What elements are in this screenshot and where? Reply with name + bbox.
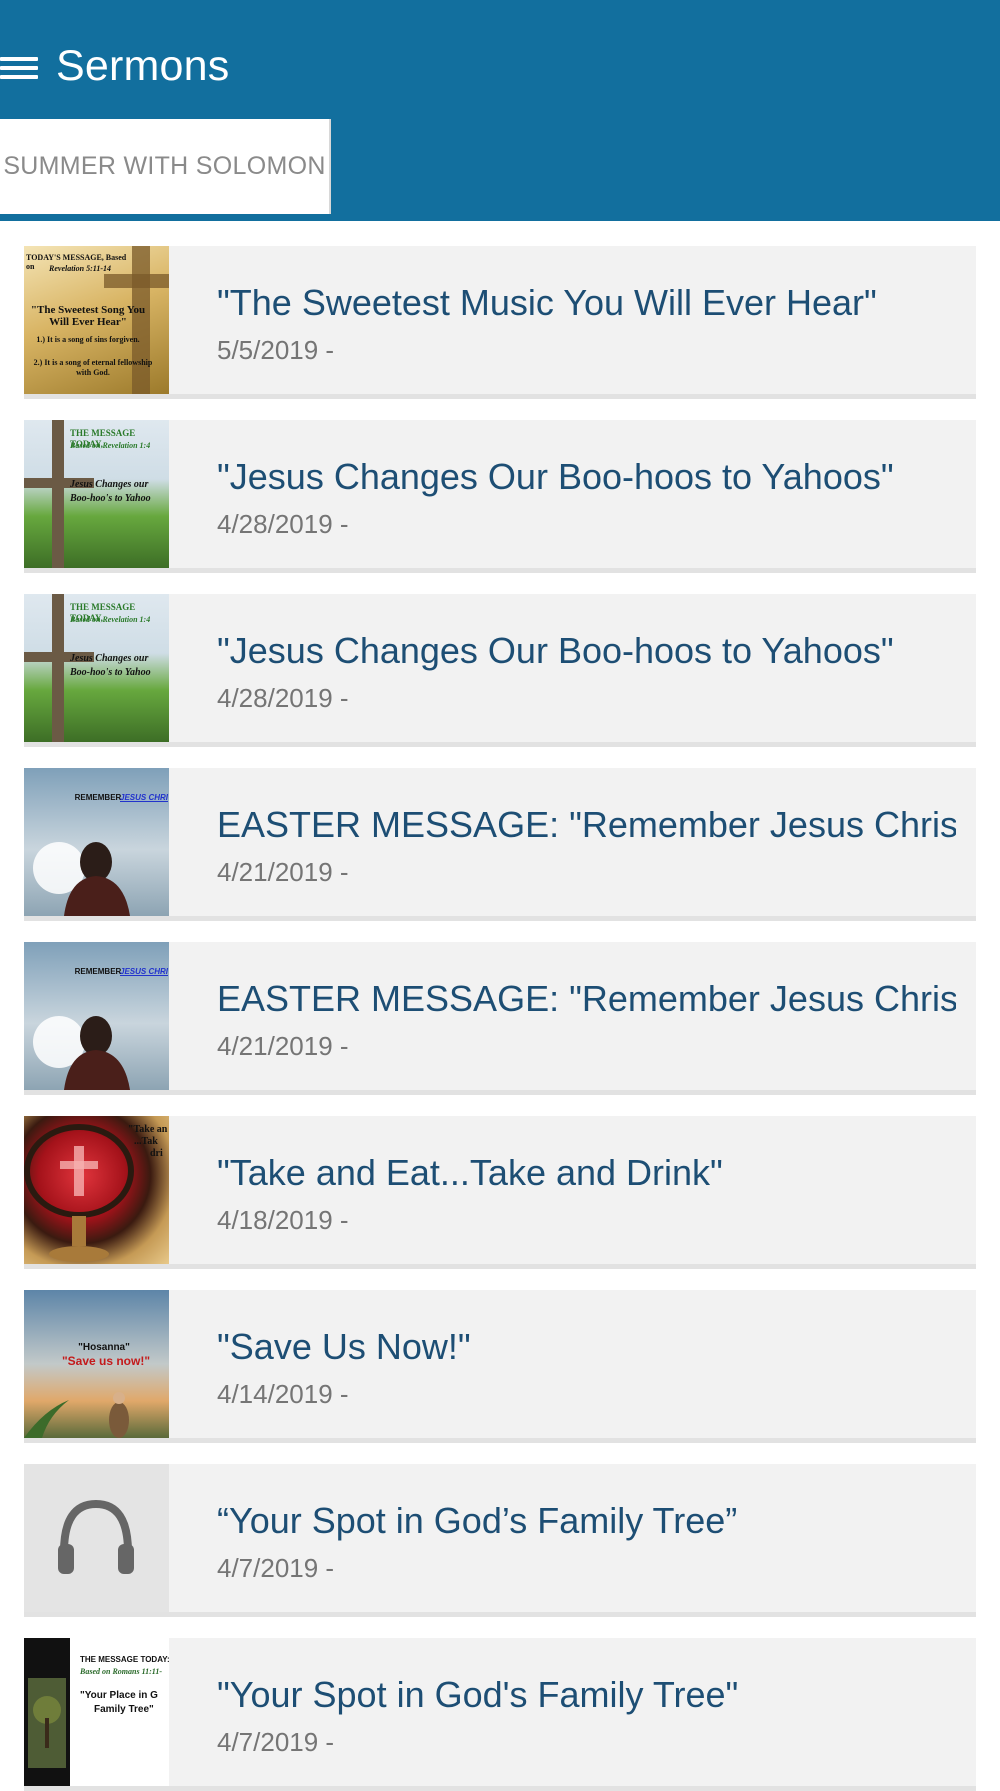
tab-summer-with-solomon[interactable]: SUMMER WITH SOLOMON [0, 119, 331, 214]
sermon-title: "The Sweetest Music You Will Ever Hear" [217, 282, 877, 323]
sermon-thumbnail: TODAY'S MESSAGE, Based on Revelation 5:1… [24, 246, 169, 394]
menu-icon[interactable] [0, 51, 40, 85]
sermon-title: "Save Us Now!" [217, 1326, 471, 1367]
sermon-thumbnail: REMEMBER JESUS CHRI [24, 942, 169, 1090]
sermon-row[interactable]: THE MESSAGE TODAY, Based on Revelation 1… [24, 420, 976, 573]
sermon-title: "Jesus Changes Our Boo-hoos to Yahoos" [217, 456, 894, 497]
sermon-date: 5/5/2019 - [217, 335, 335, 365]
tab-label: SUMMER WITH SOLOMON [3, 152, 326, 180]
sermon-row[interactable]: "Hosanna" "Save us now!" "Save Us Now!" … [24, 1290, 976, 1443]
sermon-row[interactable]: REMEMBER JESUS CHRI EASTER MESSAGE: "Rem… [24, 768, 976, 921]
figure-icon [33, 1016, 130, 1090]
sermon-title: "Jesus Changes Our Boo-hoos to Yahoos" [217, 630, 894, 671]
sermon-thumbnail: THE MESSAGE TODAY, Based on Revelation 1… [24, 594, 169, 742]
app-bar: Sermons SUMMER WITH SOLOMON [0, 0, 1000, 221]
sermon-thumbnail: "Take an ...Tak dri [24, 1116, 169, 1264]
headphones-icon [58, 1499, 134, 1574]
sermon-date: 4/14/2019 - [217, 1379, 349, 1409]
sermon-title: EASTER MESSAGE: "Remember Jesus Christ: … [217, 804, 956, 845]
sermon-date: 4/18/2019 - [217, 1205, 349, 1235]
sermon-thumbnail: THE MESSAGE TODAY, Based on Revelation 1… [24, 420, 169, 568]
sermon-title: EASTER MESSAGE: "Remember Jesus Christ: … [217, 978, 956, 1019]
sermon-thumbnail: REMEMBER JESUS CHRI [24, 768, 169, 916]
sermon-title: “Your Spot in God’s Family Tree” [217, 1500, 738, 1541]
figure-icon [33, 842, 130, 916]
sermon-date: 4/7/2019 - [217, 1553, 335, 1583]
sermon-date: 4/7/2019 - [217, 1727, 335, 1757]
sermon-row[interactable]: "Take an ...Tak dri "Take and Eat...Take… [24, 1116, 976, 1269]
sermon-title: "Take and Eat...Take and Drink" [217, 1152, 723, 1193]
sermon-date: 4/28/2019 - [217, 509, 349, 539]
sermon-row[interactable]: REMEMBER JESUS CHRI EASTER MESSAGE: "Rem… [24, 942, 976, 1095]
sermon-thumbnail: THE MESSAGE TODAY: Based on Romans 11:11… [24, 1638, 169, 1786]
sermon-row[interactable]: THE MESSAGE TODAY: Based on Romans 11:11… [24, 1638, 976, 1791]
sermon-row[interactable]: TODAY'S MESSAGE, Based on Revelation 5:1… [24, 246, 976, 399]
sermon-date: 4/21/2019 - [217, 857, 349, 887]
sermon-row[interactable]: THE MESSAGE TODAY, Based on Revelation 1… [24, 594, 976, 747]
sermon-row[interactable]: “Your Spot in God’s Family Tree” 4/7/201… [24, 1464, 976, 1617]
page-title: Sermons [56, 42, 230, 90]
tab-indicator [0, 214, 333, 221]
sermon-thumbnail [24, 1464, 169, 1612]
sermon-title: "Your Spot in God's Family Tree" [217, 1674, 739, 1715]
sermon-date: 4/21/2019 - [217, 1031, 349, 1061]
sermon-date: 4/28/2019 - [217, 683, 349, 713]
sermon-thumbnail: "Hosanna" "Save us now!" [24, 1290, 169, 1438]
